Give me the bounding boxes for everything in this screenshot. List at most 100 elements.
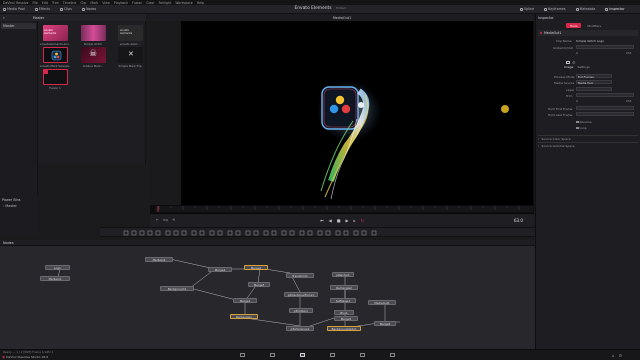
menu-item[interactable]: Workspace [175,1,192,5]
node-prender1[interactable]: pRender1 [332,272,354,277]
node-rectangle2[interactable]: Rectangle2 [330,285,358,290]
gear-icon[interactable]: ⚙ [619,353,623,358]
node-merge2[interactable]: Merge2 [244,265,268,270]
loop-icon[interactable]: ⟲ [172,218,175,222]
node-background1[interactable]: Background1 [160,286,194,291]
pan-handle-icon[interactable] [501,105,509,113]
node-rectangle1[interactable]: Rectangle1 [230,314,258,319]
home-icon[interactable]: ⌂ [612,353,615,358]
clip-thumbnail[interactable] [43,69,68,85]
node-merge3[interactable]: Merge3 [248,282,270,287]
media-source-value: Media Pool [578,81,594,85]
sub-tab-settings[interactable]: Settings [577,65,589,69]
trim-in-value[interactable]: 0 [576,99,578,103]
node-merge4[interactable]: Merge4 [208,267,232,272]
step-back-icon[interactable]: ◀ [329,218,332,223]
page-fusion-icon[interactable] [300,353,305,357]
global-out-value[interactable]: 251 [626,51,632,55]
chevron-right-icon[interactable]: › [538,137,539,141]
keyframes-button[interactable]: Keyframes [544,7,566,11]
loop-checkbox[interactable] [576,126,579,130]
tab-modifiers[interactable]: Modifiers [583,23,605,28]
bin-item-master[interactable]: Master [1,23,36,29]
menu-item[interactable]: Fusion [132,1,142,5]
section-source-color-space[interactable]: Source Color Space [541,137,570,141]
clip-label: Simple Mark Flip [118,64,142,68]
node-mediain2[interactable]: MediaIn2 [145,257,173,262]
node-transform1[interactable]: Transform1 [286,273,314,278]
media-source-select[interactable]: Media Pool [576,80,612,85]
reverse-checkbox[interactable] [576,120,579,124]
node-blur1[interactable]: Blur1 [334,310,354,315]
node-logo[interactable]: Logo [45,265,70,270]
clip-name-value[interactable]: Simple Glitch Logo [576,39,604,43]
menu-item[interactable]: File [32,1,37,5]
go-to-start-icon[interactable]: ⇤ [156,218,159,222]
node-pturbulence1[interactable]: pTurbulence1 [286,326,314,331]
page-fairlight-icon[interactable] [360,353,365,357]
global-in-out-slider[interactable] [576,45,634,49]
node-pemitter1[interactable]: pEmitter1 [289,308,313,313]
trim-out-value[interactable]: 251 [626,99,632,103]
clip-thumbnail[interactable]: envato elements [43,25,68,41]
metadata-button[interactable]: Metadata [575,7,595,11]
chevron-right-icon[interactable]: › [3,204,4,208]
play-icon[interactable]: ▶ [345,218,348,223]
power-bin-item-master[interactable]: Master [5,204,17,208]
node-softglow1[interactable]: SoftGlow1 [330,298,356,303]
node-pdirectionalforce1[interactable]: pDirectionalForce1 [284,292,318,297]
stop-icon[interactable]: ■ [337,218,341,223]
page-media-icon[interactable] [240,353,245,357]
node-backgroundglitch[interactable]: BackgroundGlitch [327,326,361,331]
trim-slider[interactable] [576,93,634,97]
timecode-display[interactable]: 63.0 [514,218,523,223]
page-color-icon[interactable] [330,353,335,357]
menu-item[interactable]: View [102,1,110,5]
menu-item[interactable]: Clip [80,1,86,5]
skip-back-icon[interactable]: ⏮ [320,218,324,223]
menu-item[interactable]: Color [146,1,154,5]
hold-first-frame-slider[interactable] [576,106,634,110]
bin-title: Master [32,15,45,20]
section-source-gamma-space[interactable]: Source Gamma Space [541,144,574,148]
spline-button[interactable]: Spline [520,7,534,11]
process-mode-select[interactable]: Full Frames [576,74,612,79]
sub-tab-image[interactable]: Image [564,65,573,69]
clip-thumbnail[interactable]: ✕ [118,47,143,63]
tab-tools[interactable]: Tools [566,23,582,28]
clip-thumbnail[interactable]: envato elements [118,25,143,41]
clip-label: envato elem... [119,42,141,46]
menu-item[interactable]: Timeline [63,1,77,5]
chevron-down-icon[interactable]: ▾ [3,16,5,20]
clip-thumbnail[interactable] [81,25,106,41]
page-deliver-icon[interactable] [390,353,395,357]
menu-item[interactable]: DaVinci Resolve [3,1,28,5]
menu-item[interactable]: Playback [114,1,128,5]
node-merge5[interactable]: Merge5 [334,316,358,321]
clip-thumbnail[interactable]: ☠ [81,47,106,63]
menu-item[interactable]: Help [197,1,204,5]
timeline-ruler[interactable] [155,206,533,212]
global-in-value[interactable]: 0 [576,51,578,55]
inspector-button[interactable]: Inspector [605,7,625,11]
layer-select[interactable] [576,87,612,91]
menu-item[interactable]: Trim [52,1,59,5]
node-merge1[interactable]: Merge1 [233,298,257,303]
hd-toggle[interactable]: HiQ [163,218,168,222]
logo-glitch-frame [317,81,381,200]
viewer-canvas[interactable] [181,21,533,205]
menu-item[interactable]: Mark [90,1,98,5]
hold-last-frame-slider[interactable] [576,112,634,116]
chevron-right-icon[interactable]: › [538,144,539,148]
loop-label: Loop [579,126,587,130]
loop-toggle-icon[interactable]: ↻ [361,218,364,223]
spline-icon [520,7,523,11]
node-mediaout1[interactable]: MediaOut1 [368,300,396,305]
menu-item[interactable]: Fairlight [159,1,172,5]
node-mediain1[interactable]: MediaIn1 [40,276,70,281]
menu-item[interactable]: Edit [42,1,48,5]
page-cut-icon[interactable] [270,353,275,357]
node-merge6[interactable]: Merge6 [374,321,396,326]
step-forward-icon[interactable]: ▸ [354,218,356,223]
clip-thumbnail[interactable] [43,47,68,63]
